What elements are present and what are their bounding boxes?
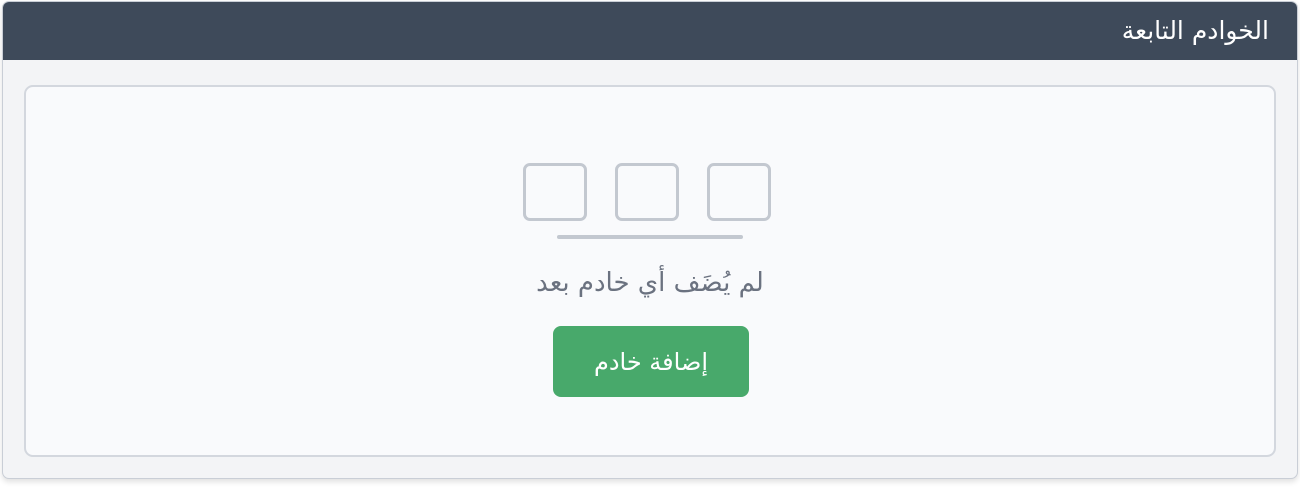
server-square-icon	[523, 163, 587, 221]
add-server-button[interactable]: إضافة خادم	[553, 326, 749, 397]
sub-servers-panel: الخوادم التابعة لم يُضَف أي خادم بعد إضا…	[2, 1, 1298, 479]
server-square-icon	[615, 163, 679, 221]
empty-state-message: لم يُضَف أي خادم بعد	[536, 268, 764, 298]
servers-base-line	[557, 235, 743, 239]
empty-state-box: لم يُضَف أي خادم بعد إضافة خادم	[24, 85, 1276, 457]
servers-illustration-icon	[523, 163, 779, 243]
panel-header: الخوادم التابعة	[3, 2, 1297, 60]
server-square-icon	[707, 163, 771, 221]
panel-title: الخوادم التابعة	[1121, 15, 1269, 45]
